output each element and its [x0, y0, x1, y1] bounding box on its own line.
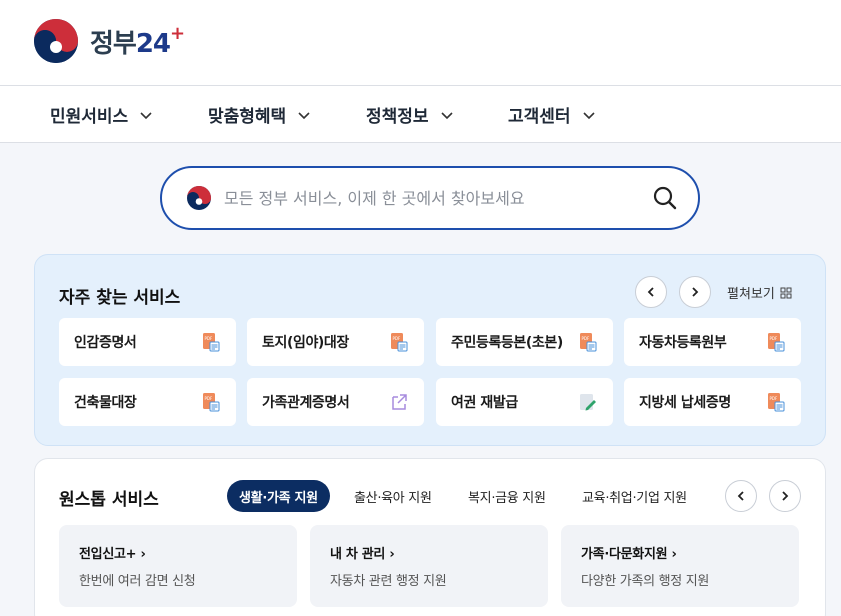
- card-title: 내 차 관리 ›: [330, 547, 395, 562]
- section-title: 자주 찾는 서비스: [59, 288, 181, 308]
- expand-all-button[interactable]: 펼쳐보기: [727, 283, 792, 302]
- chevron-right-icon: [692, 287, 699, 297]
- nav-label: 맞춤형혜택: [208, 107, 287, 127]
- search-icon[interactable]: [652, 185, 678, 211]
- service-label: 주민등록등본(초본): [451, 335, 563, 351]
- search-input[interactable]: [224, 188, 634, 208]
- card-title: 전입신고+ ›: [79, 547, 146, 562]
- service-card[interactable]: 자동차등록원부 PDF: [624, 318, 801, 366]
- service-label: 여권 재발급: [451, 395, 518, 411]
- nav-item-custom-benefits[interactable]: 맞춤형혜택: [208, 102, 312, 127]
- main-nav: 민원서비스 맞춤형혜택 정책정보 고객센터: [0, 86, 841, 143]
- pdf-doc-icon: PDF: [768, 393, 785, 412]
- next-button[interactable]: [769, 480, 801, 512]
- card-desc: 한번에 여러 감면 신청: [79, 574, 196, 589]
- service-card[interactable]: 여권 재발급: [436, 378, 613, 426]
- chevron-down-icon: [298, 111, 310, 119]
- chevron-down-icon: [582, 111, 595, 119]
- nav-item-customer-center[interactable]: 고객센터: [508, 102, 597, 127]
- section-title: 원스톱 서비스: [59, 490, 159, 510]
- prev-button[interactable]: [725, 480, 757, 512]
- pdf-doc-icon: PDF: [768, 333, 785, 352]
- onestop-services-panel: 원스톱 서비스 생활·가족 지원 출산·육아 지원 복지·금융 지원 교육·취업…: [34, 458, 826, 616]
- service-label: 인감증명서: [74, 335, 137, 351]
- svg-text:PDF: PDF: [770, 396, 778, 401]
- tab-birth-childcare[interactable]: 출산·육아 지원: [354, 480, 432, 512]
- site-header: 정부24+: [0, 0, 841, 86]
- pdf-doc-icon: PDF: [203, 393, 220, 412]
- onestop-card[interactable]: 가족·다문화지원 › 다양한 가족의 행정 지원: [561, 525, 799, 607]
- card-title: 가족·다문화지원 ›: [581, 547, 677, 562]
- onestop-card[interactable]: 전입신고+ › 한번에 여러 감면 신청: [59, 525, 297, 607]
- service-card[interactable]: 건축물대장 PDF: [59, 378, 236, 426]
- svg-text:PDF: PDF: [770, 336, 778, 341]
- svg-text:PDF: PDF: [205, 336, 213, 341]
- chevron-left-icon: [737, 491, 744, 501]
- pdf-doc-icon: PDF: [203, 333, 220, 352]
- site-logo[interactable]: 정부24+: [32, 17, 185, 65]
- service-card[interactable]: 인감증명서 PDF: [59, 318, 236, 366]
- logo-wordmark: 정부24+: [90, 22, 185, 59]
- tab-life-family[interactable]: 생활·가족 지원: [227, 480, 330, 512]
- nav-label: 고객센터: [508, 107, 571, 127]
- service-label: 가족관계증명서: [262, 395, 350, 411]
- service-label: 자동차등록원부: [639, 335, 727, 351]
- nav-label: 민원서비스: [50, 107, 129, 127]
- service-label: 건축물대장: [74, 395, 137, 411]
- service-card[interactable]: 토지(임야)대장 PDF: [247, 318, 424, 366]
- external-link-icon: [392, 394, 407, 410]
- edit-doc-icon: [580, 394, 596, 411]
- search-bar: [160, 166, 700, 230]
- government-emblem-icon: [187, 186, 211, 210]
- frequent-services-panel: 자주 찾는 서비스 펼쳐보기 인감증명서 PDF 토지(임야)대장 PDF 주민…: [34, 254, 826, 446]
- prev-button[interactable]: [635, 276, 667, 308]
- chevron-down-icon: [140, 111, 152, 119]
- svg-text:PDF: PDF: [205, 396, 213, 401]
- chevron-down-icon: [440, 111, 453, 119]
- nav-label: 정책정보: [366, 107, 429, 127]
- service-card[interactable]: 주민등록등본(초본) PDF: [436, 318, 613, 366]
- nav-item-policy-info[interactable]: 정책정보: [366, 102, 455, 127]
- card-desc: 다양한 가족의 행정 지원: [581, 574, 710, 589]
- svg-text:PDF: PDF: [393, 336, 401, 341]
- onestop-card[interactable]: 내 차 관리 › 자동차 관련 행정 지원: [310, 525, 548, 607]
- tab-education-employment[interactable]: 교육·취업·기업 지원: [582, 480, 687, 512]
- chevron-left-icon: [647, 287, 654, 297]
- tab-welfare-finance[interactable]: 복지·금융 지원: [468, 480, 546, 512]
- government-emblem-icon: [34, 19, 78, 63]
- chevron-right-icon: [782, 491, 789, 501]
- service-label: 토지(임야)대장: [262, 335, 349, 351]
- nav-item-civil-service[interactable]: 민원서비스: [50, 102, 154, 127]
- pdf-doc-icon: PDF: [580, 333, 597, 352]
- next-button[interactable]: [679, 276, 711, 308]
- card-desc: 자동차 관련 행정 지원: [330, 574, 447, 589]
- service-card[interactable]: 지방세 납세증명 PDF: [624, 378, 801, 426]
- service-card[interactable]: 가족관계증명서: [247, 378, 424, 426]
- pdf-doc-icon: PDF: [391, 333, 408, 352]
- service-label: 지방세 납세증명: [639, 395, 731, 411]
- grid-icon: [780, 287, 792, 298]
- expand-label: 펼쳐보기: [727, 287, 775, 302]
- svg-text:PDF: PDF: [582, 336, 590, 341]
